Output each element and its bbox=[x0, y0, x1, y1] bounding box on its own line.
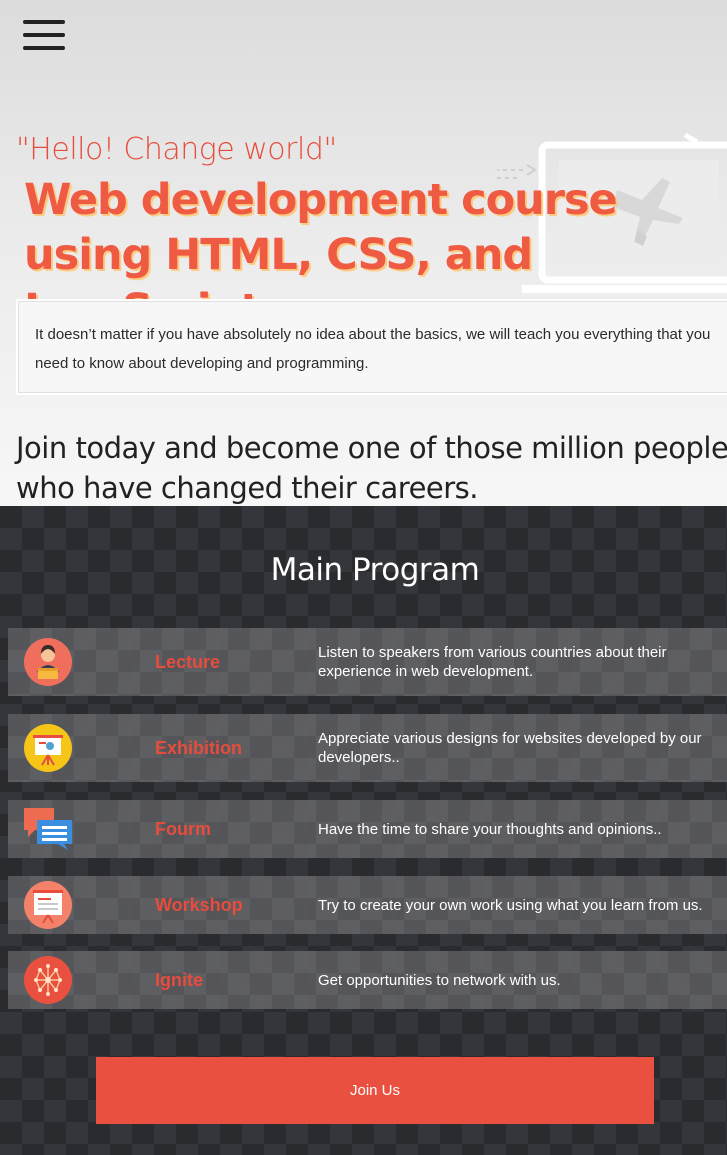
network-icon bbox=[24, 956, 72, 1004]
speaker-icon bbox=[24, 638, 72, 686]
program-desc: Appreciate various designs for websites … bbox=[318, 730, 702, 766]
program-row-lecture[interactable]: Lecture Listen to speakers from various … bbox=[8, 628, 727, 696]
program-row-ignite[interactable]: Ignite Get opportunities to network with… bbox=[8, 951, 727, 1009]
program-desc: Have the time to share your thoughts and… bbox=[318, 821, 662, 838]
intro-box: It doesn’t matter if you have absolutely… bbox=[16, 299, 727, 395]
program-row-fourm[interactable]: Fourm Have the time to share your though… bbox=[8, 800, 727, 858]
chat-bubbles-icon bbox=[24, 808, 72, 850]
program-desc: Listen to speakers from various countrie… bbox=[318, 644, 667, 680]
section-title: Main Program bbox=[270, 552, 480, 588]
hero-section: "Hello! Change world" Web development co… bbox=[0, 0, 727, 506]
whiteboard-icon bbox=[24, 881, 72, 929]
main-program-section: Main Program Lecture Listen to speakers … bbox=[0, 506, 727, 1155]
program-desc: Try to create your own work using what y… bbox=[318, 897, 703, 914]
program-row-workshop[interactable]: Workshop Try to create your own work usi… bbox=[8, 876, 727, 934]
presentation-board-icon bbox=[24, 724, 72, 772]
program-desc: Get opportunities to network with us. bbox=[318, 972, 561, 989]
hero-tagline: "Hello! Change world" bbox=[16, 132, 337, 167]
intro-text: It doesn’t matter if you have absolutely… bbox=[35, 326, 711, 372]
program-name: Ignite bbox=[155, 970, 203, 990]
join-us-button[interactable]: Join Us bbox=[96, 1057, 654, 1124]
join-today-text: Join today and become one of those milli… bbox=[16, 431, 727, 505]
program-name: Fourm bbox=[155, 819, 211, 839]
hamburger-menu-icon[interactable] bbox=[23, 20, 65, 52]
program-name: Workshop bbox=[155, 895, 243, 915]
program-name: Exhibition bbox=[155, 738, 242, 758]
program-row-exhibition[interactable]: Exhibition Appreciate various designs fo… bbox=[8, 714, 727, 782]
program-name: Lecture bbox=[155, 652, 221, 672]
